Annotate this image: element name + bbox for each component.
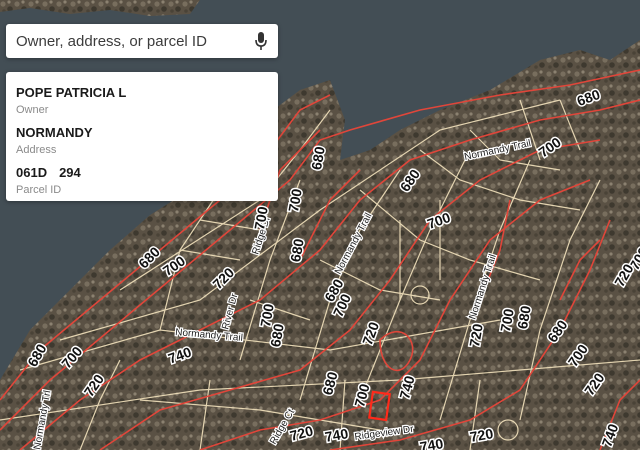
search-input[interactable] (16, 32, 252, 50)
map-canvas[interactable]: Normandy Trail Normandy Trail Normandy T… (0, 0, 640, 450)
parcel-id-value: 061D 294 (16, 165, 268, 181)
address-label: Address (16, 144, 57, 156)
search-bar (6, 24, 278, 58)
microphone-icon[interactable] (252, 30, 270, 52)
address-value: NORMANDY (16, 125, 93, 140)
owner-label: Owner (16, 104, 49, 116)
parcel-id-part1: 061D (16, 165, 48, 180)
parcel-info-card: POPE PATRICIA L Owner NORMANDY Address 0… (6, 72, 278, 201)
owner-value: POPE PATRICIA L (16, 85, 127, 100)
parcel-id-label: Parcel ID (16, 184, 62, 196)
parcel-id-part2: 294 (59, 165, 81, 180)
